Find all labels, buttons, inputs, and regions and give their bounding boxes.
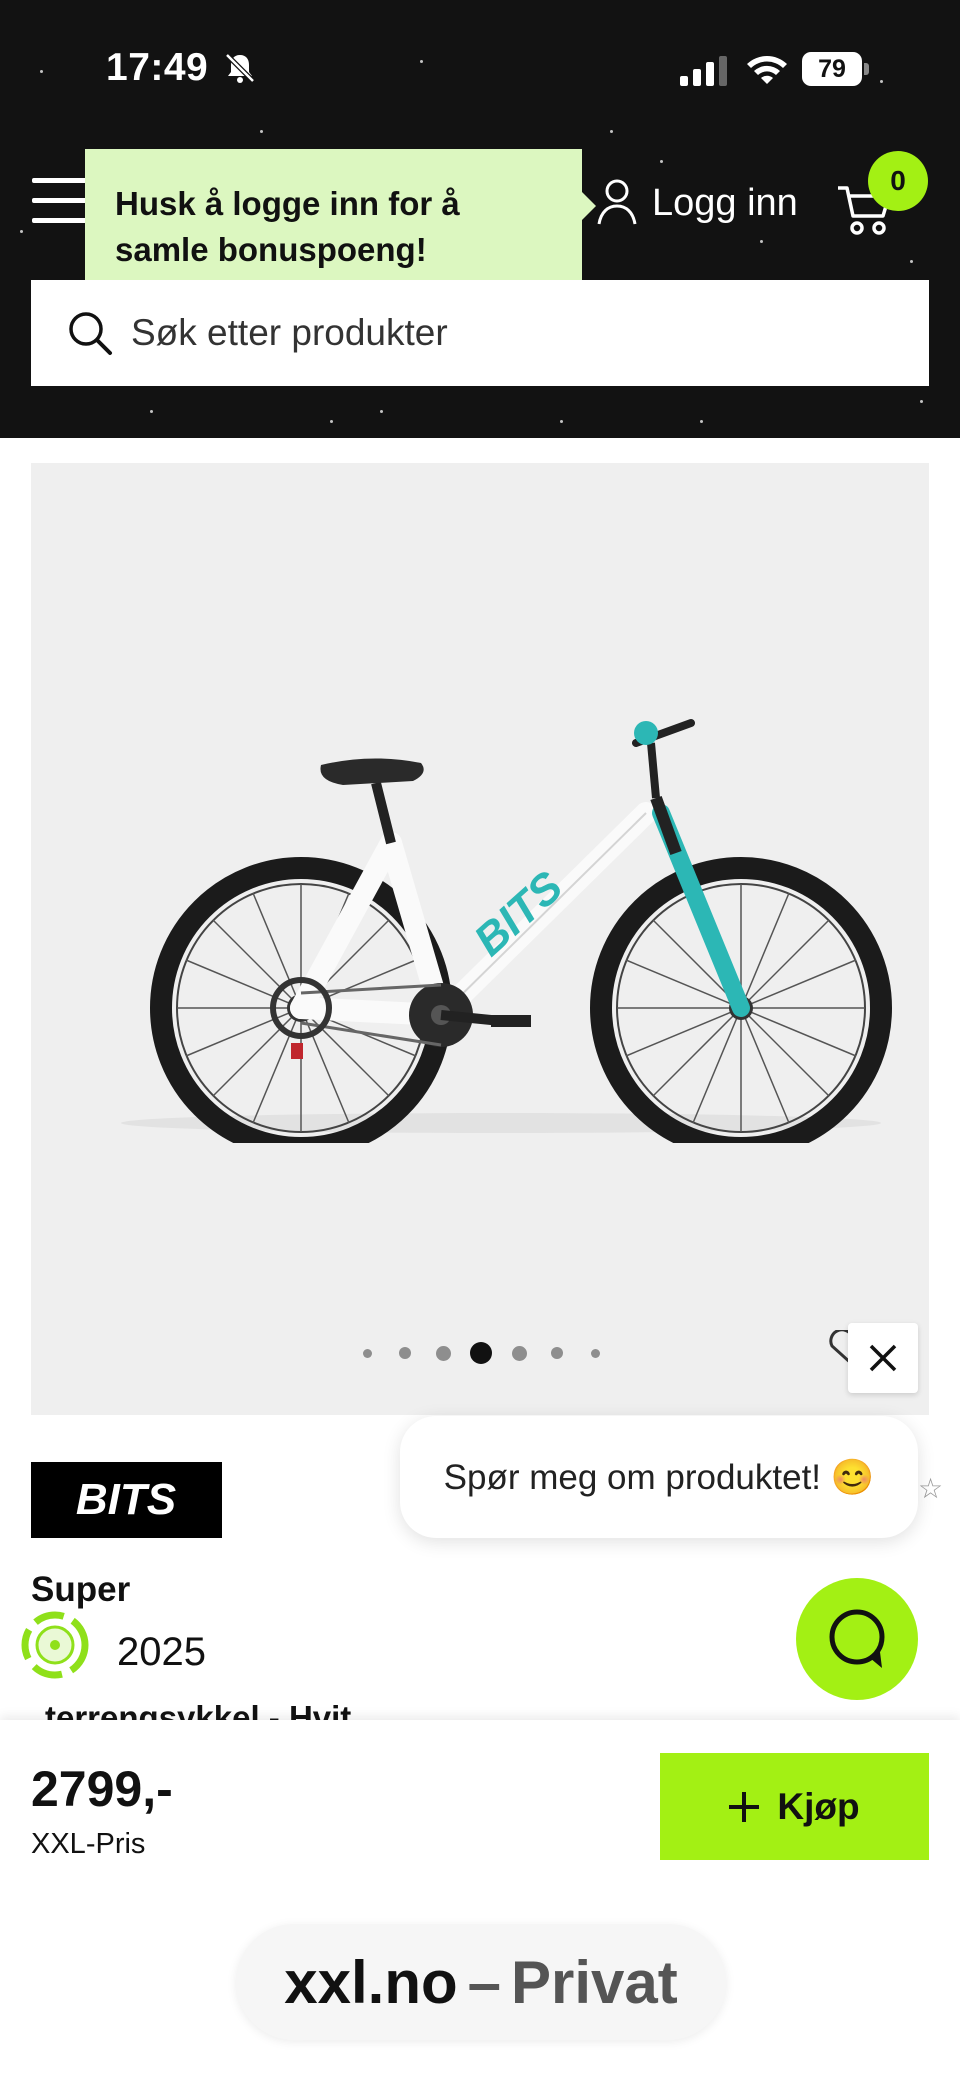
close-chat-button[interactable] (848, 1323, 918, 1393)
hamburger-menu-icon[interactable] (32, 178, 88, 224)
carousel-dot[interactable] (435, 1345, 451, 1361)
eco-badge-icon[interactable] (18, 1608, 92, 1682)
url-domain: xxl.no (284, 1948, 458, 2016)
header-star-decoration (420, 60, 423, 63)
search-bar[interactable] (31, 280, 929, 386)
bell-slash-icon (225, 53, 255, 83)
header-star-decoration (150, 410, 153, 413)
header-star-decoration (880, 80, 883, 83)
header-star-decoration (660, 160, 663, 163)
header-star-decoration (260, 130, 263, 133)
cart-count-badge[interactable]: 0 (868, 151, 928, 211)
carousel-dot[interactable] (511, 1345, 527, 1361)
header-star-decoration (760, 240, 763, 243)
browser-address-bar[interactable]: xxl.no – Privat (236, 1924, 726, 2040)
carousel-dot[interactable] (590, 1348, 600, 1358)
user-icon[interactable] (596, 178, 638, 226)
product-image-carousel[interactable]: BITS (31, 463, 929, 1415)
site-header: 17:49 79 Husk å logge inn for å samle bo… (0, 0, 960, 438)
search-input[interactable] (131, 280, 891, 386)
product-title-line-1: Super (31, 1570, 131, 1609)
url-separator: – (467, 1948, 501, 2016)
header-star-decoration (910, 260, 913, 263)
plus-icon (729, 1791, 760, 1822)
carousel-pagination (31, 1338, 929, 1368)
login-link[interactable]: Logg inn (652, 182, 798, 225)
star-icon: ☆ (918, 1473, 944, 1504)
wifi-icon (747, 56, 787, 84)
header-star-decoration (610, 130, 613, 133)
buy-button[interactable]: Kjøp (660, 1753, 929, 1860)
carousel-dot[interactable] (362, 1348, 372, 1358)
chat-prompt-bubble[interactable]: Spør meg om produktet! 😊 (400, 1416, 918, 1538)
tooltip-arrow (582, 192, 596, 220)
carousel-dot[interactable] (470, 1342, 492, 1364)
header-star-decoration (40, 70, 43, 73)
signal-icon (680, 56, 727, 86)
brand-logo[interactable]: BITS (31, 1462, 222, 1538)
chat-button[interactable] (796, 1578, 918, 1700)
price: 2799,- (31, 1761, 173, 1817)
search-icon (69, 312, 112, 355)
brand-logo-text: BITS (76, 1475, 176, 1524)
battery-level: 79 (802, 52, 862, 86)
carousel-dot[interactable] (551, 1347, 563, 1359)
buy-button-label: Kjøp (777, 1785, 860, 1827)
header-star-decoration (380, 410, 383, 413)
header-star-decoration (700, 420, 703, 423)
battery-icon: 79 (802, 52, 870, 86)
status-time: 17:49 (106, 46, 209, 89)
login-reminder-tooltip: Husk å logge inn for å samle bonuspoeng! (85, 149, 582, 301)
header-star-decoration (330, 420, 333, 423)
product-title-line-2: 2025 (117, 1630, 206, 1674)
bicycle-image: BITS (121, 719, 892, 1143)
carousel-dot[interactable] (399, 1347, 411, 1359)
battery-cap (864, 63, 869, 75)
close-icon (869, 1344, 897, 1372)
header-star-decoration (560, 420, 563, 423)
price-label: XXL-Pris (31, 1828, 146, 1860)
header-star-decoration (920, 400, 923, 403)
chat-icon (829, 1609, 885, 1668)
browsing-mode: Privat (511, 1948, 678, 2016)
header-star-decoration (20, 230, 23, 233)
